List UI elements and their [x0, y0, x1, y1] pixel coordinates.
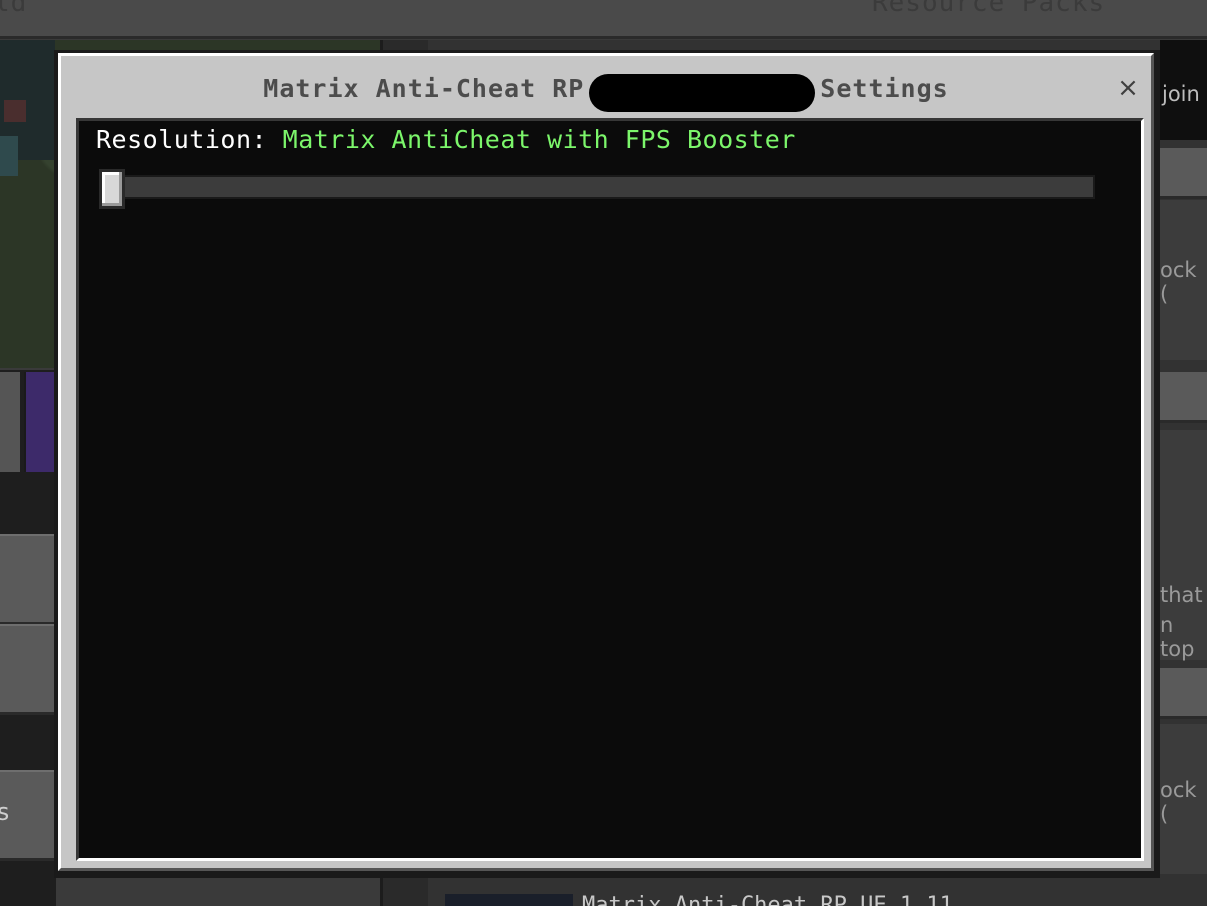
redaction-mark — [589, 74, 815, 112]
background-side-button[interactable] — [0, 534, 54, 625]
settings-modal: Matrix Anti-Cheat RP Settings × Resolutio… — [58, 53, 1154, 871]
resolution-label: Resolution: — [96, 125, 268, 154]
background-right-text: n top — [1160, 613, 1195, 661]
background-right-button[interactable] — [1160, 372, 1207, 423]
modal-title-suffix: Settings — [820, 74, 949, 103]
slider-track[interactable] — [99, 175, 1095, 199]
background-right-button[interactable] — [1160, 668, 1207, 719]
close-button[interactable]: × — [1114, 74, 1142, 102]
background-pack-title: Matrix Anti-Cheat RP UE 1.11 — [582, 893, 953, 906]
resolution-value: Matrix AntiCheat with FPS Booster — [282, 125, 796, 154]
background-right-text: ock ( — [1160, 778, 1197, 826]
background-resource-packs-tab[interactable]: Resource Packs — [872, 0, 1105, 18]
settings-content-panel: Resolution: Matrix AntiCheat with FPS Bo… — [76, 118, 1144, 861]
resolution-row: Resolution: Matrix AntiCheat with FPS Bo… — [96, 125, 796, 154]
world-block — [4, 100, 26, 122]
background-top-left-text: ld" — [0, 0, 44, 18]
screen: ld" Resource Packs s join ock ( that n t… — [0, 0, 1207, 906]
background-right-text: join — [1162, 82, 1200, 106]
background-side-button[interactable]: s — [0, 770, 54, 861]
background-purple-button[interactable] — [24, 372, 58, 472]
background-right-text: ock ( — [1160, 258, 1197, 306]
world-block — [0, 136, 18, 176]
background-pack-icon — [445, 894, 573, 906]
slider-thumb[interactable] — [99, 169, 125, 209]
modal-title-prefix: Matrix Anti-Cheat RP — [263, 74, 585, 103]
background-side-button[interactable] — [0, 624, 54, 715]
background-top-bar: ld" Resource Packs — [0, 0, 1207, 39]
background-right-button[interactable] — [1160, 148, 1207, 199]
background-right-text: that — [1160, 583, 1203, 607]
resolution-slider[interactable] — [99, 169, 1095, 209]
background-left-button[interactable] — [0, 372, 20, 472]
background-left-text: s — [0, 798, 11, 826]
